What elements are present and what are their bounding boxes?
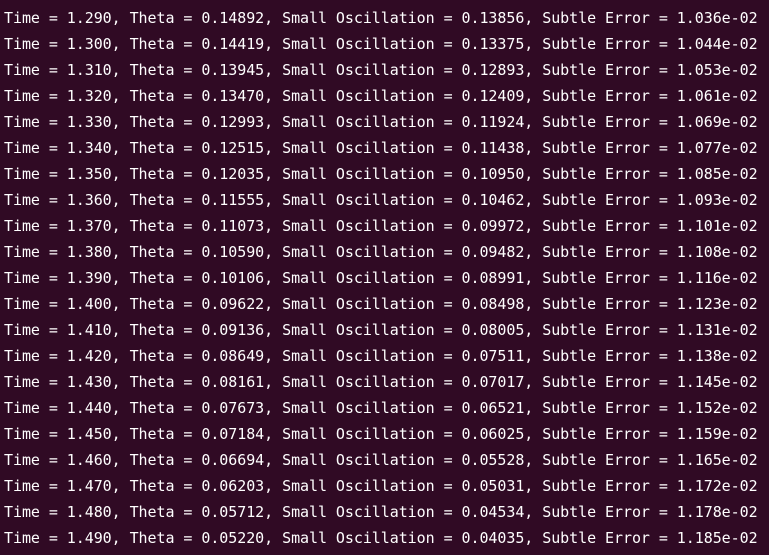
output-line: Time = 1.330, Theta = 0.12993, Small Osc…	[4, 113, 758, 131]
output-line: Time = 1.310, Theta = 0.13945, Small Osc…	[4, 61, 758, 79]
output-line: Time = 1.360, Theta = 0.11555, Small Osc…	[4, 191, 758, 209]
output-line: Time = 1.350, Theta = 0.12035, Small Osc…	[4, 165, 758, 183]
output-line: Time = 1.450, Theta = 0.07184, Small Osc…	[4, 425, 758, 443]
output-line: Time = 1.300, Theta = 0.14419, Small Osc…	[4, 35, 758, 53]
output-line: Time = 1.400, Theta = 0.09622, Small Osc…	[4, 295, 758, 313]
output-line: Time = 1.460, Theta = 0.06694, Small Osc…	[4, 451, 758, 469]
output-line: Time = 1.410, Theta = 0.09136, Small Osc…	[4, 321, 758, 339]
output-line: Time = 1.340, Theta = 0.12515, Small Osc…	[4, 139, 758, 157]
output-line: Time = 1.470, Theta = 0.06203, Small Osc…	[4, 477, 758, 495]
output-line: Time = 1.480, Theta = 0.05712, Small Osc…	[4, 503, 758, 521]
output-line: Time = 1.320, Theta = 0.13470, Small Osc…	[4, 87, 758, 105]
output-line: Time = 1.390, Theta = 0.10106, Small Osc…	[4, 269, 758, 287]
output-line: Time = 1.430, Theta = 0.08161, Small Osc…	[4, 373, 758, 391]
output-line: Time = 1.490, Theta = 0.05220, Small Osc…	[4, 529, 758, 547]
output-line: Time = 1.290, Theta = 0.14892, Small Osc…	[4, 9, 758, 27]
output-line: Time = 1.370, Theta = 0.11073, Small Osc…	[4, 217, 758, 235]
terminal-output[interactable]: Time = 1.290, Theta = 0.14892, Small Osc…	[0, 0, 769, 555]
output-line: Time = 1.380, Theta = 0.10590, Small Osc…	[4, 243, 758, 261]
output-line: Time = 1.420, Theta = 0.08649, Small Osc…	[4, 347, 758, 365]
output-line: Time = 1.440, Theta = 0.07673, Small Osc…	[4, 399, 758, 417]
